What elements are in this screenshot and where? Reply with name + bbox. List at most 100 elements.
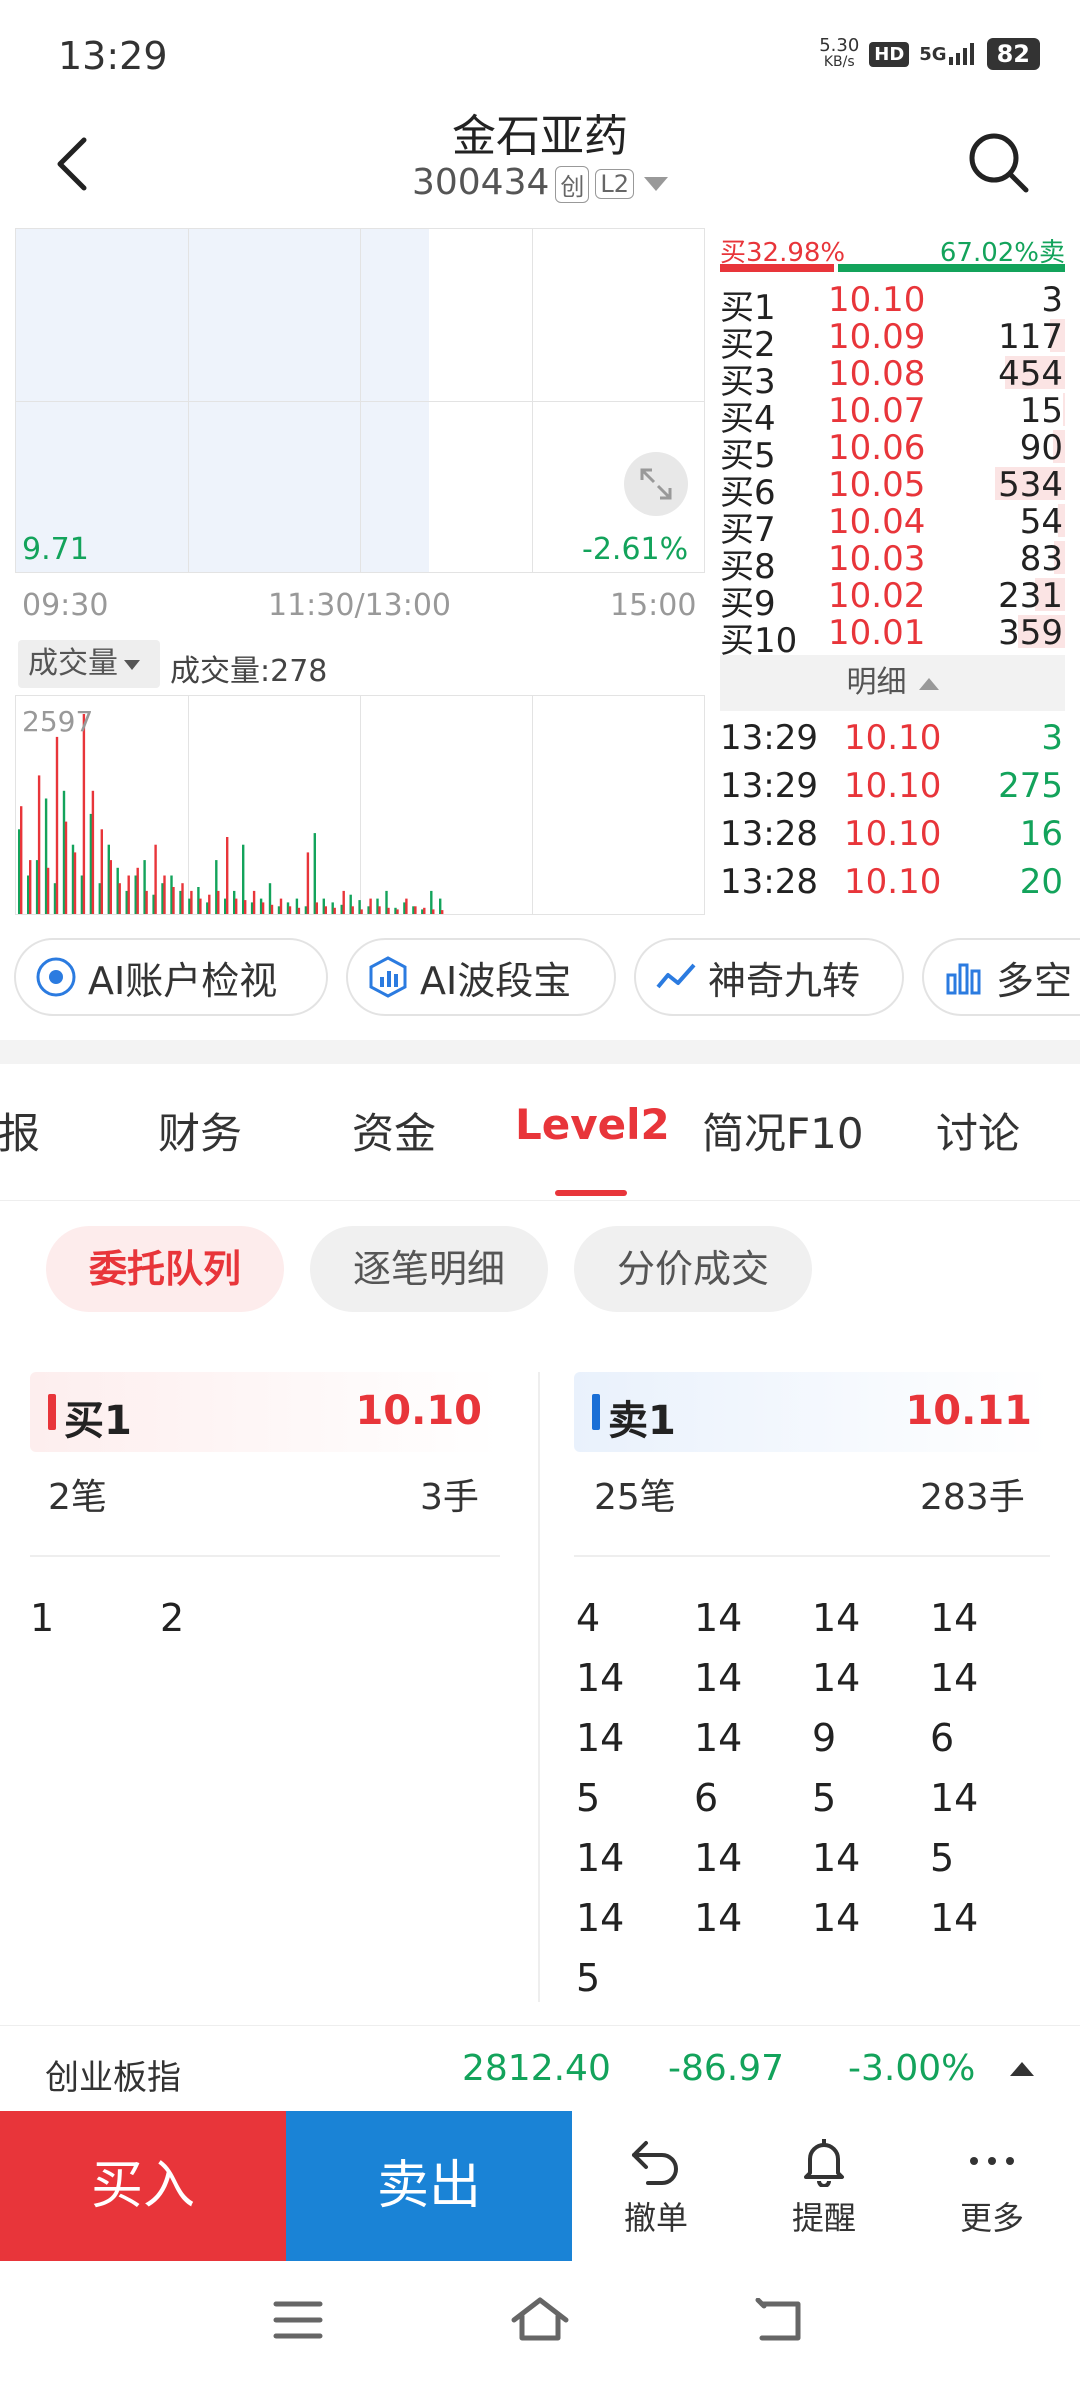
volume-chart[interactable] — [15, 695, 705, 915]
volume-bar-up — [217, 890, 220, 914]
order-book-volume: 117 — [998, 317, 1063, 357]
volume-bar-down — [313, 833, 316, 914]
tab-quarterly-report[interactable]: 季报 — [0, 1100, 40, 1161]
sell-ratio-bar — [838, 264, 1065, 272]
tab-level2[interactable]: Level2 — [515, 1100, 670, 1149]
queue-order-size: 14 — [694, 1896, 743, 1940]
queue-order-size: 5 — [930, 1836, 955, 1880]
sell-queue-header: 卖1 10.11 — [574, 1372, 1050, 1452]
tab-f10[interactable]: 简况F10 — [702, 1100, 864, 1161]
alert-label: 提醒 — [791, 2199, 856, 2237]
volume-bar-up — [100, 829, 103, 914]
detail-toggle[interactable]: 明细 — [720, 655, 1065, 711]
subtab-price-volume[interactable]: 分价成交 — [574, 1226, 812, 1312]
cancel-order-button[interactable]: 撤单 — [572, 2111, 740, 2261]
search-icon[interactable] — [966, 130, 1032, 196]
net-speed-value: 5.30 — [819, 35, 860, 56]
stock-name: 金石亚药 — [452, 111, 628, 162]
magic-nine-button[interactable]: 神奇九转 — [634, 938, 904, 1016]
subtab-tick-detail[interactable]: 逐笔明细 — [310, 1226, 548, 1312]
order-book-row: 买5 10.06 90 — [720, 428, 1065, 476]
volume-bars — [18, 714, 444, 914]
indicator-selector[interactable]: 成交量 — [18, 640, 160, 688]
chart-low-pct: -2.61% — [582, 532, 689, 567]
queue-order-size: 14 — [812, 1896, 861, 1940]
back-nav-icon[interactable] — [752, 2298, 804, 2342]
ai-account-review-button[interactable]: AI账户检视 — [14, 938, 328, 1016]
sell-button[interactable]: 卖出 — [286, 2111, 572, 2261]
tab-active-indicator — [555, 1190, 627, 1196]
tick-time: 13:29 — [720, 718, 818, 758]
queue-order-size: 2 — [160, 1596, 185, 1640]
queue-order-size: 14 — [694, 1656, 743, 1700]
tick-time: 13:28 — [720, 814, 818, 854]
queue-order-size: 6 — [930, 1716, 955, 1760]
volume-bar-up — [208, 894, 211, 914]
volume-bar-up — [136, 867, 139, 914]
order-book-price: 10.05 — [828, 465, 926, 505]
cancel-order-label: 撤单 — [623, 2199, 688, 2237]
buy-button[interactable]: 买入 — [0, 2111, 286, 2261]
tab-finance[interactable]: 财务 — [158, 1100, 242, 1161]
queue-order-size: 6 — [694, 1776, 719, 1820]
tab-capital[interactable]: 资金 — [352, 1100, 436, 1161]
index-ticker[interactable]: 创业板指 2812.40 -86.97 -3.00% — [0, 2025, 1080, 2112]
time-axis-mid: 11:30/13:00 — [268, 588, 452, 623]
queue-order-size: 1 — [30, 1596, 55, 1640]
order-book-price: 10.02 — [828, 576, 926, 616]
volume-bar-up — [82, 714, 86, 914]
order-book-row: 买4 10.07 15 — [720, 391, 1065, 439]
volume-bar-up — [378, 906, 381, 914]
tab-discussion[interactable]: 讨论 — [936, 1100, 1020, 1161]
volume-bar-up — [109, 860, 112, 914]
long-short-button[interactable]: 多空 — [922, 938, 1080, 1016]
volume-bar-up — [46, 867, 50, 914]
chevron-up-icon[interactable] — [1010, 2062, 1034, 2076]
volume-readout: 成交量:278 — [170, 654, 328, 689]
chevron-down-icon — [124, 659, 140, 670]
stock-code-row[interactable]: 300434 创 L2 — [0, 162, 1080, 203]
eye-icon — [36, 957, 76, 997]
intraday-price-chart[interactable] — [15, 228, 705, 573]
sell-queue-volume: 283手 — [920, 1477, 1025, 1518]
volume-bar-up — [261, 902, 265, 914]
more-button[interactable]: 更多 — [908, 2111, 1076, 2261]
menu-icon[interactable] — [272, 2298, 324, 2342]
buy-marker — [48, 1394, 56, 1430]
battery-icon: 82 — [986, 38, 1040, 70]
more-dots-icon — [970, 2157, 1014, 2165]
volume-bar-up — [396, 909, 399, 914]
queue-divider — [538, 1372, 540, 2002]
buy-queue-price: 10.10 — [355, 1388, 482, 1434]
sell-marker — [592, 1394, 600, 1430]
hd-icon: HD — [869, 41, 910, 67]
volume-bar-up — [423, 907, 426, 914]
alert-button[interactable]: 提醒 — [740, 2111, 908, 2261]
tick-volume: 20 — [1019, 862, 1063, 902]
queue-order-size: 14 — [576, 1836, 625, 1880]
order-book-row: 买3 10.08 454 — [720, 354, 1065, 402]
status-icons: 5.30 KB/s HD 5G 82 — [819, 35, 1040, 70]
subtab-order-queue[interactable]: 委托队列 — [46, 1226, 284, 1312]
home-icon[interactable] — [510, 2294, 570, 2344]
time-axis-end: 15:00 — [610, 588, 697, 623]
volume-bar-up — [127, 875, 130, 914]
queue-order-size: 14 — [694, 1596, 743, 1640]
volume-bar-up — [20, 806, 23, 914]
expand-chart-button[interactable] — [624, 452, 688, 516]
chevron-down-icon[interactable] — [644, 177, 669, 191]
system-nav-bar — [0, 2262, 1080, 2388]
volume-bar-up — [235, 898, 238, 914]
buy-queue-count: 2笔 — [48, 1477, 107, 1518]
ai-band-button[interactable]: AI波段宝 — [346, 938, 616, 1016]
order-book-volume-bar — [1063, 393, 1065, 426]
buy-ratio-bar — [720, 264, 834, 272]
volume-bar-up — [172, 887, 175, 914]
status-bar: 13:29 5.30 KB/s HD 5G 82 — [0, 0, 1080, 110]
indicator-selector-label: 成交量 — [28, 646, 118, 681]
tick-row: 13:29 10.10 275 — [720, 766, 1065, 812]
order-book-volume: 3 — [1041, 280, 1063, 320]
tool-label: 神奇九转 — [708, 958, 861, 1003]
volume-bar-up — [441, 910, 444, 914]
bar-chart-icon — [946, 963, 981, 995]
